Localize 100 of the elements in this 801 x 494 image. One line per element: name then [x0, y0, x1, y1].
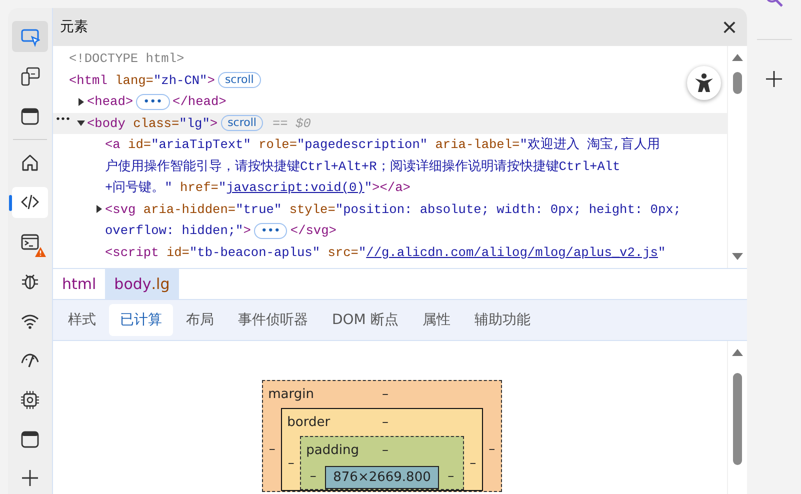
- breadcrumb[interactable]: body.lg: [105, 269, 179, 299]
- code-line[interactable]: <!DOCTYPE html>: [53, 48, 727, 70]
- code-line[interactable]: +问号键。" href="javascript:void(0)"></a>: [53, 177, 727, 198]
- code-token: "lg": [179, 116, 210, 131]
- tab[interactable]: 辅助功能: [463, 304, 542, 336]
- scroll-thumb[interactable]: [733, 72, 742, 94]
- inspect-tool-button[interactable]: [12, 21, 48, 52]
- code-token: </head>: [172, 94, 226, 110]
- box-label: border: [286, 415, 330, 430]
- code-token: == $0: [272, 116, 311, 131]
- link[interactable]: //g.alicdn.com/alilog/mlog/aplus_v2.js: [366, 244, 658, 260]
- code-token: "true": [236, 202, 282, 217]
- box-value: –: [446, 468, 456, 486]
- dock-icon: [20, 428, 40, 449]
- code-token: aria-hidden=: [142, 202, 236, 217]
- code-token: href=: [179, 180, 218, 196]
- breadcrumb[interactable]: html: [53, 269, 106, 299]
- code-token: "zh-CN": [153, 72, 208, 88]
- badge[interactable]: •••: [136, 94, 170, 110]
- code-token: <html: [69, 72, 108, 88]
- dock-icon: [20, 106, 40, 126]
- scroll-up-icon[interactable]: [732, 54, 743, 61]
- code-token: >: [243, 223, 251, 238]
- add-button[interactable]: [765, 70, 783, 88]
- code-token: <a: [105, 137, 120, 152]
- content-size: 876×2669.800: [325, 466, 439, 489]
- box-value: –: [468, 454, 478, 472]
- code-token: ": [364, 180, 372, 196]
- badge[interactable]: •••: [254, 222, 288, 239]
- code-token: <script: [105, 244, 159, 260]
- code-token: ": [218, 180, 226, 196]
- code-token: >: [207, 72, 215, 88]
- console-icon: [20, 232, 40, 252]
- box-value: –: [382, 387, 388, 402]
- close-button[interactable]: ×: [722, 14, 737, 40]
- code-token: "tb-beacon-aplus": [189, 244, 320, 260]
- home-icon: [20, 152, 40, 173]
- expanded-triangle-icon[interactable]: [77, 119, 85, 128]
- badge[interactable]: scroll: [220, 115, 264, 132]
- panel-title: 元素: [60, 18, 88, 36]
- code-token: <head>: [87, 94, 134, 110]
- code-token: </svg>: [290, 223, 336, 238]
- scroll-down-icon[interactable]: [732, 253, 743, 260]
- code-line[interactable]: <script id="tb-beacon-aplus" src="//g.alicdn.com/alilog/mlog/aplus_v2.js": [53, 242, 727, 263]
- tab[interactable]: 已计算: [109, 304, 173, 336]
- code-token: overflow: hidden;": [105, 223, 244, 238]
- code-token: class=: [132, 116, 180, 131]
- scroll-up-icon[interactable]: [732, 349, 743, 356]
- code-token: ></a>: [372, 180, 410, 196]
- box-value: –: [308, 468, 318, 486]
- person-icon: [693, 72, 715, 94]
- code-tool-button[interactable]: [12, 186, 48, 218]
- code-token: "pagedescription": [297, 137, 428, 152]
- code-line[interactable]: <head> ••• </head>: [53, 91, 727, 112]
- inspect-icon: [20, 26, 40, 47]
- code-token: >: [210, 116, 218, 131]
- tab[interactable]: 属性: [411, 304, 462, 336]
- code-token: +问号键。": [105, 179, 172, 196]
- box-label: margin: [267, 387, 314, 402]
- collapsed-triangle-icon[interactable]: [95, 205, 103, 214]
- code-token: style=: [288, 202, 336, 217]
- code-token: <body: [87, 116, 126, 131]
- code-token: ": [358, 244, 366, 260]
- code-line[interactable]: <svg aria-hidden="true" style="position: absolute; width: 0px; height: 0px;: [53, 198, 727, 220]
- more-icon[interactable]: •••: [55, 114, 70, 126]
- box-value: –: [382, 443, 388, 458]
- code-token: "欢迎进入 淘宝,盲人用: [520, 136, 660, 154]
- tab[interactable]: DOM 断点: [321, 304, 410, 336]
- plus-icon: [20, 468, 40, 488]
- code-token: "position: absolute; width: 0px; height: 0px;: [335, 202, 681, 217]
- code-token: aria-label=: [434, 137, 520, 152]
- tab[interactable]: 布局: [175, 304, 225, 336]
- tab[interactable]: 样式: [57, 304, 107, 336]
- badge[interactable]: scroll: [218, 72, 261, 88]
- code-token: 户使用操作智能引导，请按快捷键Ctrl+Alt+R；阅读详细操作说明请按快捷键Ctrl+Alt: [105, 158, 620, 175]
- code-line[interactable]: <html lang="zh-CN"> scroll: [53, 70, 727, 91]
- code-token: <!DOCTYPE html>: [69, 51, 184, 66]
- code-token: id=: [127, 137, 152, 152]
- box-value: –: [382, 415, 388, 430]
- tab[interactable]: 事件侦听器: [227, 304, 319, 336]
- code-line[interactable]: overflow: hidden;"> ••• </svg>: [53, 220, 727, 242]
- box-value: –: [268, 441, 276, 459]
- link[interactable]: javascript:void(0): [226, 180, 364, 196]
- box-value: –: [488, 441, 496, 459]
- code-token: ": [658, 244, 666, 260]
- code-token: <svg: [105, 202, 136, 217]
- code-line[interactable]: 户使用操作智能引导，请按快捷键Ctrl+Alt+R；阅读详细操作说明请按快捷键Ctrl+Alt: [53, 156, 727, 177]
- code-token: "ariaTipText": [151, 137, 251, 152]
- plus-icon: [765, 70, 783, 88]
- collapsed-triangle-icon[interactable]: [77, 98, 85, 106]
- code-line[interactable]: <a id="ariaTipText" role="pagedescription" aria-label="欢迎进入 淘宝,盲人用: [53, 134, 727, 156]
- scroll-thumb[interactable]: [733, 373, 742, 465]
- box-value: –: [286, 454, 296, 472]
- accessibility-button[interactable]: [687, 66, 721, 100]
- code-token: lang=: [114, 72, 154, 88]
- device-icon: [20, 66, 40, 86]
- box-label: padding: [305, 443, 359, 458]
- chip-icon: [20, 390, 40, 410]
- code-token: id=: [165, 244, 190, 260]
- code-token: role=: [258, 137, 297, 152]
